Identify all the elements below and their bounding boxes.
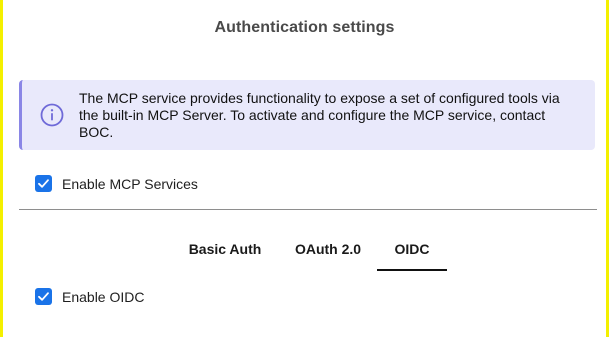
enable-mcp-services-checkbox[interactable]	[35, 175, 52, 192]
enable-mcp-services-row[interactable]: Enable MCP Services	[35, 175, 198, 192]
enable-oidc-label: Enable OIDC	[62, 288, 145, 305]
auth-method-tabs: Basic Auth OAuth 2.0 OIDC	[3, 229, 606, 271]
info-message: The MCP service provides functionality t…	[79, 90, 560, 140]
info-banner: The MCP service provides functionality t…	[19, 80, 595, 150]
section-divider	[19, 209, 597, 210]
enable-oidc-checkbox[interactable]	[35, 288, 52, 305]
enable-mcp-services-label: Enable MCP Services	[62, 175, 198, 192]
tab-oidc[interactable]: OIDC	[377, 229, 447, 271]
authentication-settings-dialog: Authentication settings The MCP service …	[0, 0, 609, 337]
info-icon	[40, 103, 64, 127]
dialog-title: Authentication settings	[214, 19, 395, 36]
tab-basic-auth[interactable]: Basic Auth	[179, 229, 271, 271]
checkmark-icon	[38, 292, 49, 301]
enable-oidc-row[interactable]: Enable OIDC	[35, 288, 144, 305]
checkmark-icon	[38, 179, 49, 188]
tab-oauth-2-0[interactable]: OAuth 2.0	[283, 229, 373, 271]
